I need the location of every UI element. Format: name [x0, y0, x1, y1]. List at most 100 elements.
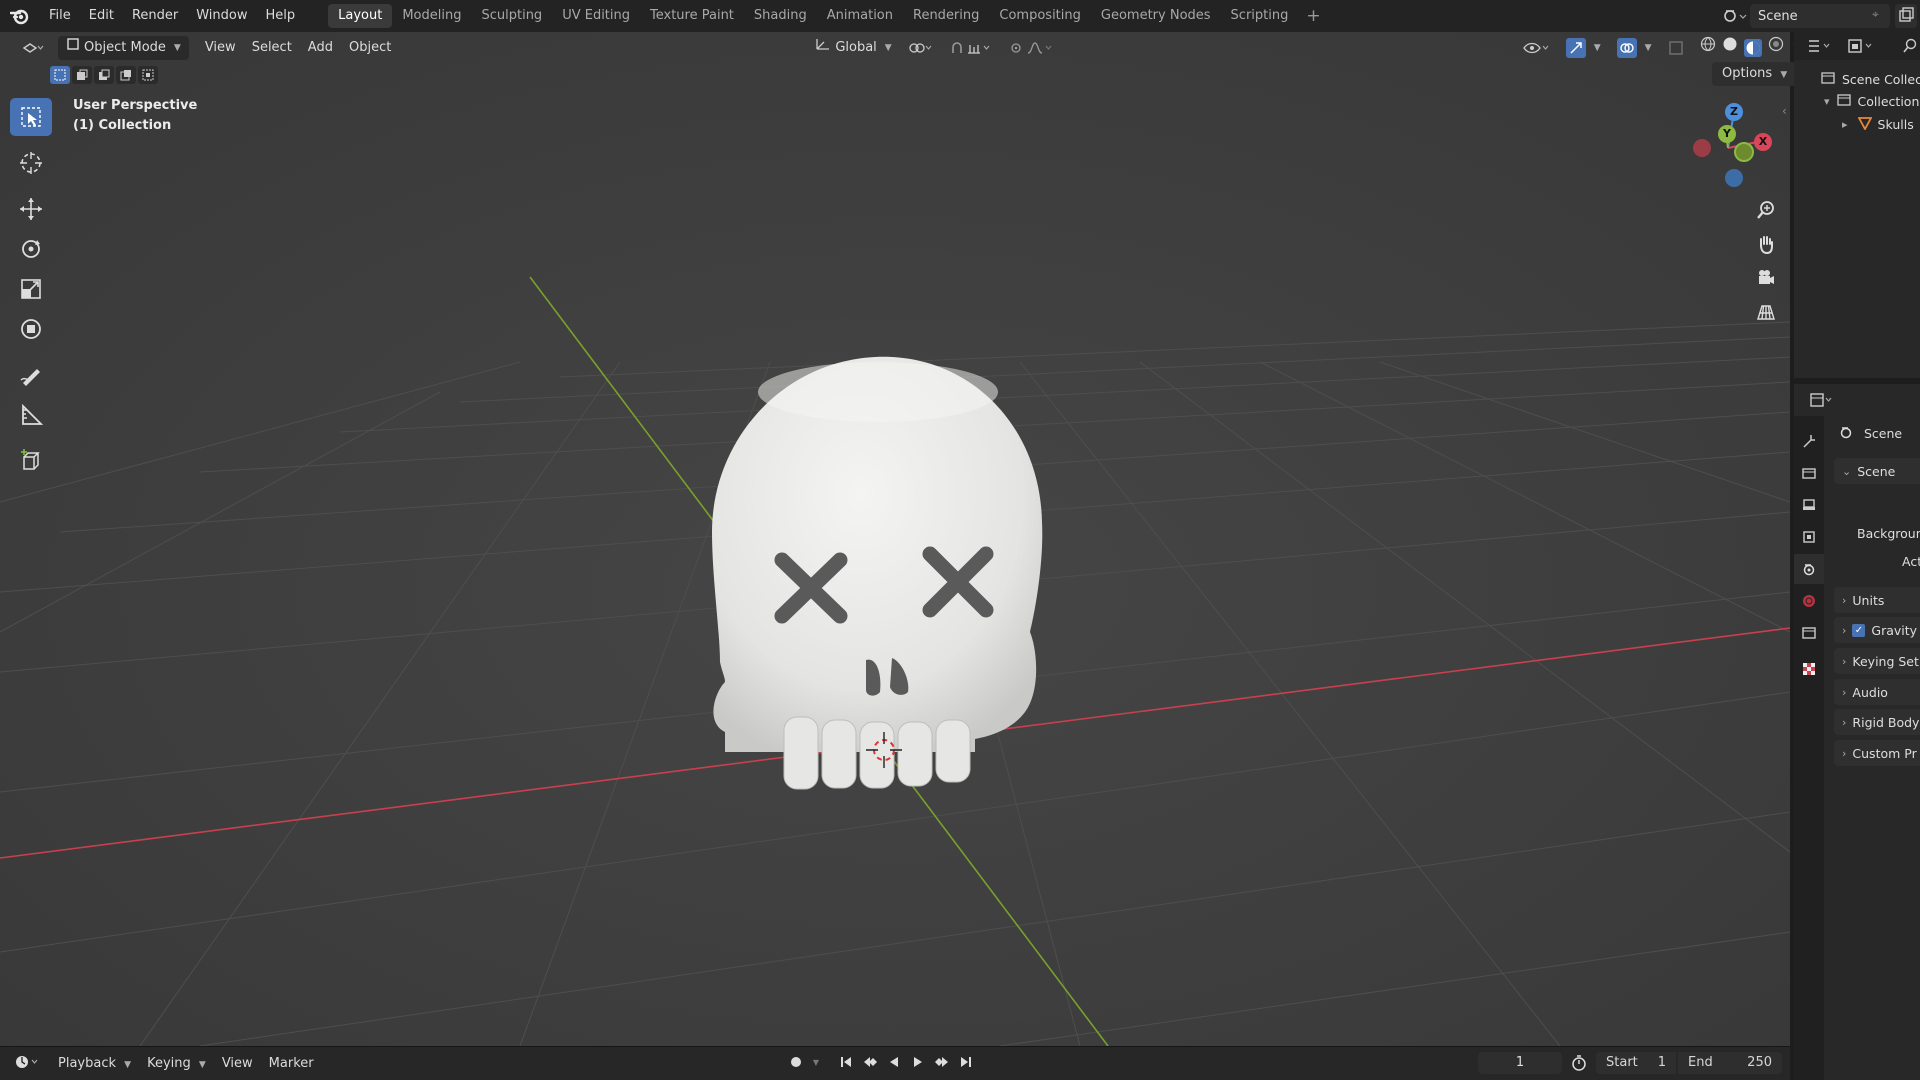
- keying-sets-section[interactable]: › Keying Set: [1834, 648, 1920, 674]
- timeline-editor-type-icon[interactable]: [6, 1054, 50, 1074]
- end-frame-field[interactable]: End 250: [1678, 1052, 1782, 1074]
- menu-help[interactable]: Help: [257, 0, 305, 32]
- chevron-down-icon[interactable]: ▾: [1824, 95, 1830, 108]
- gizmo-toggle-icon[interactable]: ▼: [1558, 36, 1609, 60]
- new-scene-icon[interactable]: [1895, 4, 1917, 28]
- outliner-row-collection[interactable]: ▾ Collection: [1794, 90, 1920, 112]
- move-icon[interactable]: [10, 190, 52, 228]
- tool-tab-icon[interactable]: [1794, 426, 1824, 456]
- chevron-right-icon[interactable]: ▸: [1842, 118, 1848, 131]
- camera-icon[interactable]: [1752, 264, 1780, 292]
- search-icon[interactable]: [1902, 36, 1918, 60]
- chevron-down-icon[interactable]: ▼: [810, 1051, 822, 1073]
- menu-object[interactable]: Object: [341, 36, 399, 60]
- navigation-gizmo[interactable]: Z Y X: [1682, 96, 1782, 196]
- menu-select[interactable]: Select: [244, 36, 300, 60]
- gravity-checkbox[interactable]: ✓: [1852, 623, 1866, 637]
- tab-layout[interactable]: Layout: [328, 4, 393, 28]
- select-invert-icon[interactable]: [116, 66, 136, 84]
- select-new-icon[interactable]: [50, 66, 70, 84]
- tab-sculpting[interactable]: Sculpting: [471, 4, 552, 28]
- tab-geometry-nodes[interactable]: Geometry Nodes: [1091, 4, 1221, 28]
- display-mode-icon[interactable]: [1846, 36, 1876, 60]
- chevron-left-icon[interactable]: ‹: [1782, 104, 1787, 118]
- xray-icon[interactable]: [1660, 36, 1692, 60]
- menu-render[interactable]: Render: [123, 0, 187, 32]
- tab-modeling[interactable]: Modeling: [392, 4, 471, 28]
- tab-scripting[interactable]: Scripting: [1221, 4, 1299, 28]
- texture-tab-icon[interactable]: [1794, 654, 1824, 684]
- collection-tab-icon[interactable]: [1794, 618, 1824, 648]
- mode-dropdown[interactable]: Object Mode ▼: [58, 36, 189, 60]
- menu-add[interactable]: Add: [300, 36, 341, 60]
- 3d-viewport[interactable]: [0, 32, 1790, 1046]
- jump-end-icon[interactable]: [956, 1051, 976, 1073]
- next-keyframe-icon[interactable]: [932, 1051, 952, 1073]
- gravity-section[interactable]: › ✓ Gravity: [1834, 617, 1920, 643]
- gizmo-y-axis[interactable]: Y: [1718, 125, 1736, 143]
- proportional-edit-icon[interactable]: [1002, 36, 1062, 60]
- outliner-row-skulls[interactable]: ▸ Skulls: [1794, 113, 1920, 135]
- audio-section[interactable]: › Audio: [1834, 679, 1920, 705]
- measure-icon[interactable]: [10, 396, 52, 434]
- tab-animation[interactable]: Animation: [817, 4, 903, 28]
- options-dropdown[interactable]: Options ▼: [1712, 62, 1798, 86]
- grid-view-icon[interactable]: [1752, 298, 1780, 326]
- tab-compositing[interactable]: Compositing: [989, 4, 1091, 28]
- skull-mesh[interactable]: [712, 356, 1043, 790]
- add-cube-icon[interactable]: [10, 442, 52, 480]
- play-reverse-icon[interactable]: [884, 1051, 904, 1073]
- scene-section-header[interactable]: ⌄ Scene: [1834, 458, 1920, 484]
- stopwatch-icon[interactable]: [1570, 1054, 1588, 1076]
- menu-keying[interactable]: Keying ▼: [139, 1056, 214, 1071]
- select-intersect-icon[interactable]: [138, 66, 158, 84]
- menu-file[interactable]: File: [40, 0, 80, 32]
- view-layer-tab-icon[interactable]: [1794, 522, 1824, 552]
- editor-type-icon[interactable]: [14, 36, 52, 60]
- rotate-icon[interactable]: [10, 230, 52, 268]
- outliner-editor-type-icon[interactable]: [1806, 36, 1834, 60]
- jump-start-icon[interactable]: [836, 1051, 856, 1073]
- pin-icon[interactable]: ⌖: [1872, 7, 1879, 22]
- tab-texture-paint[interactable]: Texture Paint: [640, 4, 744, 28]
- properties-editor-type-icon[interactable]: [1808, 390, 1836, 414]
- transform-icon[interactable]: [10, 310, 52, 348]
- transform-orientation-dropdown[interactable]: Global ▼: [807, 36, 899, 60]
- solid-shading-icon[interactable]: [1722, 36, 1738, 61]
- pan-hand-icon[interactable]: [1752, 230, 1780, 258]
- zoom-icon[interactable]: [1752, 196, 1780, 224]
- select-subtract-icon[interactable]: [94, 66, 114, 84]
- menu-timeline-view[interactable]: View: [214, 1056, 261, 1071]
- menu-view[interactable]: View: [197, 36, 244, 60]
- overlays-icon[interactable]: ▼: [1609, 36, 1660, 60]
- visibility-icon[interactable]: [1514, 36, 1558, 60]
- gizmo-x-axis[interactable]: X: [1754, 133, 1772, 151]
- outliner-row-scene-collection[interactable]: Scene Collect: [1794, 68, 1920, 90]
- annotate-icon[interactable]: [10, 356, 52, 394]
- output-tab-icon[interactable]: [1794, 490, 1824, 520]
- select-box-icon[interactable]: [10, 98, 52, 136]
- menu-playback[interactable]: Playback ▼: [50, 1056, 139, 1071]
- scene-name-field[interactable]: Scene: [1750, 4, 1890, 28]
- menu-marker[interactable]: Marker: [261, 1056, 322, 1071]
- scene-tab-icon[interactable]: [1794, 554, 1824, 584]
- add-workspace-plus-icon[interactable]: +: [1298, 6, 1328, 26]
- snap-icon[interactable]: [942, 36, 1002, 60]
- menu-window[interactable]: Window: [187, 0, 256, 32]
- pivot-point-icon[interactable]: [900, 36, 942, 60]
- material-shading-icon[interactable]: [1743, 39, 1762, 57]
- world-tab-icon[interactable]: [1794, 586, 1824, 616]
- select-extend-icon[interactable]: [72, 66, 92, 84]
- tab-shading[interactable]: Shading: [744, 4, 817, 28]
- gizmo-z-axis[interactable]: Z: [1725, 103, 1743, 121]
- menu-edit[interactable]: Edit: [80, 0, 123, 32]
- tab-rendering[interactable]: Rendering: [903, 4, 989, 28]
- cursor-icon[interactable]: [10, 144, 52, 182]
- render-tab-icon[interactable]: [1794, 458, 1824, 488]
- rigid-body-section[interactable]: › Rigid Body: [1834, 709, 1920, 735]
- wireframe-shading-icon[interactable]: [1700, 36, 1716, 61]
- start-frame-field[interactable]: Start 1: [1596, 1052, 1676, 1074]
- blender-logo-icon[interactable]: [0, 0, 40, 32]
- scene-icon[interactable]: [1720, 4, 1748, 28]
- play-icon[interactable]: [908, 1051, 928, 1073]
